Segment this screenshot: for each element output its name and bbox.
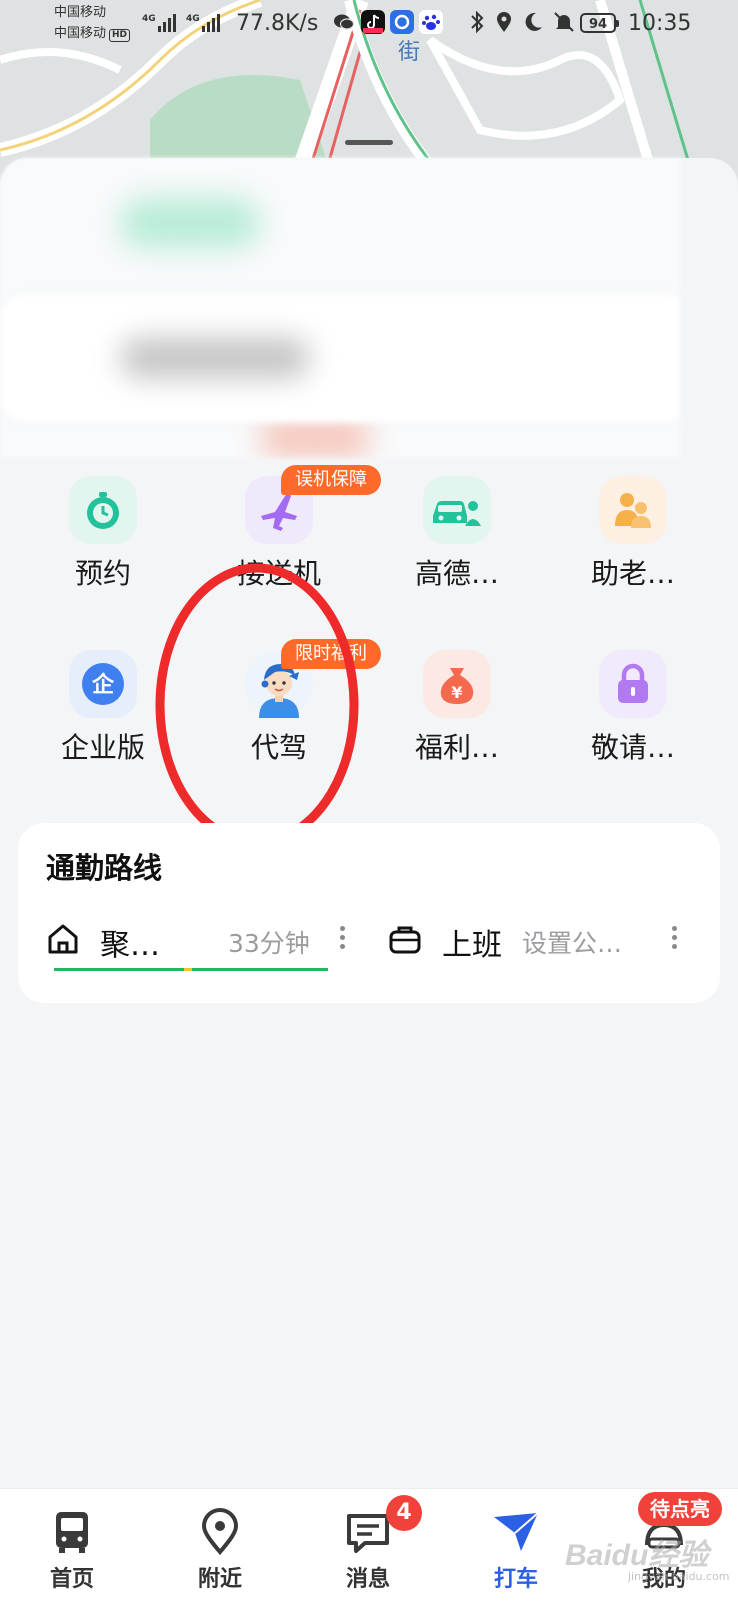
bus-icon [56, 1512, 88, 1553]
svg-text:4G: 4G [186, 14, 200, 24]
blurred-destination-panel [0, 158, 680, 458]
watermark-url: jingyan.baidu.com [628, 1570, 730, 1583]
watermark-logo: Baidu经验 [565, 1539, 709, 1572]
baidu-icon [419, 10, 443, 34]
hd-badge: HD [109, 29, 131, 42]
tiktok-icon [361, 10, 385, 34]
service-amap-taxi[interactable]: 高德… [372, 476, 542, 596]
location-icon [497, 12, 511, 32]
sheet-drag-handle[interactable] [345, 140, 393, 145]
nav-nearby[interactable]: 附近 [170, 1507, 270, 1593]
profile-promo-badge: 待点亮 [638, 1492, 722, 1526]
home-route-more-icon[interactable] [340, 926, 346, 953]
work-route-hint: 设置公… [522, 929, 623, 958]
nav-label: 附近 [197, 1567, 242, 1592]
service-label: 高德… [414, 557, 499, 590]
clock-icon [69, 476, 137, 544]
enterprise-icon: 企 [69, 650, 137, 718]
svg-text:4G: 4G [142, 14, 156, 24]
svg-text:企: 企 [91, 672, 115, 698]
mute-bell-icon [554, 12, 574, 32]
carrier-label-2: 中国移动 HD [54, 26, 131, 42]
nav-label: 消息 [345, 1567, 390, 1592]
service-label: 敬请… [590, 731, 675, 764]
work-route-more-icon[interactable] [672, 926, 678, 953]
nav-label: 打车 [493, 1567, 538, 1592]
briefcase-icon [389, 926, 421, 954]
wechat-icon [334, 14, 355, 30]
notification-icons [332, 10, 443, 34]
message-count-badge: 4 [386, 1495, 422, 1531]
service-label: 助老… [590, 557, 675, 590]
annotation-ellipse [155, 563, 359, 847]
commute-card: 通勤路线 聚… 33分钟 上班 设置公… [18, 823, 720, 1003]
home-route-eta: 33分钟 [228, 929, 310, 958]
clock: 10:35 [628, 11, 692, 36]
nav-label: 首页 [49, 1567, 94, 1592]
home-route-name: 聚… [100, 928, 160, 963]
location-pin-icon [201, 1508, 239, 1556]
service-benefits[interactable]: ¥ 福利… [372, 650, 542, 770]
bluetooth-icon [471, 10, 484, 34]
traffic-line-slow [184, 968, 192, 971]
traffic-line-2 [192, 968, 328, 971]
service-elderly-assist[interactable]: 助老… [548, 476, 718, 596]
signal-strength-icon: 4G [142, 12, 184, 38]
lock-icon [599, 650, 667, 718]
car-people-icon [423, 476, 491, 544]
browser-icon [390, 10, 414, 34]
home-icon [48, 924, 78, 954]
work-route[interactable]: 上班 设置公… [388, 920, 698, 972]
moon-icon [525, 12, 542, 31]
work-route-name: 上班 [442, 928, 502, 963]
money-bag-icon: ¥ [423, 650, 491, 718]
nav-home[interactable]: 首页 [22, 1507, 122, 1593]
commute-title: 通勤路线 [46, 851, 163, 885]
nav-taxi[interactable]: 打车 [466, 1507, 566, 1593]
network-speed: 77.8K/s [236, 11, 319, 36]
signal-strength-icon-2: 4G [186, 12, 228, 38]
home-route[interactable]: 聚… 33分钟 [46, 920, 356, 972]
system-icons [468, 10, 575, 34]
traffic-line [54, 968, 184, 971]
service-coming-soon[interactable]: 敬请… [548, 650, 718, 770]
elderly-icon [599, 476, 667, 544]
status-bar: 中国移动 中国移动 HD 4G 4G 77.8K/s 94 10:35 [0, 0, 738, 56]
battery-indicator: 94 [580, 13, 619, 33]
carrier-label-1: 中国移动 [54, 5, 107, 20]
svg-text:¥: ¥ [451, 683, 462, 702]
taxi-arrow-icon [494, 1512, 539, 1551]
service-label: 福利… [414, 731, 499, 764]
flight-delay-badge: 误机保障 [281, 465, 381, 495]
